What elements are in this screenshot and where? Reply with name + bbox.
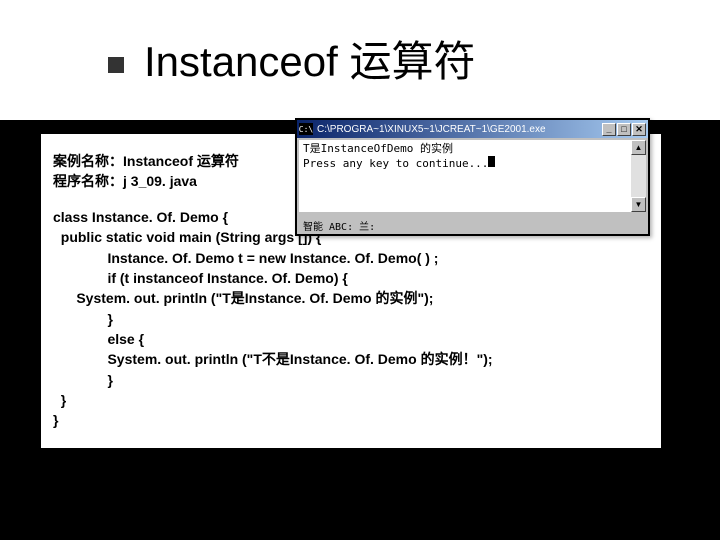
slide-title-area: Instanceof 运算符 xyxy=(108,28,475,89)
program-name-label: 程序名称： xyxy=(53,173,123,189)
scroll-up-button[interactable]: ▲ xyxy=(631,140,646,155)
code-line: System. out. println ("T不是Instance. Of. … xyxy=(53,349,653,369)
maximize-button[interactable]: □ xyxy=(617,123,631,136)
code-line: } xyxy=(53,309,653,329)
title-bullet-icon xyxy=(108,57,124,73)
code-line: System. out. println ("T是Instance. Of. D… xyxy=(53,288,653,308)
code-line: } xyxy=(53,390,653,410)
console-content: T是InstanceOfDemo 的实例 Press any key to co… xyxy=(299,140,646,212)
window-controls: _ □ ✕ xyxy=(602,123,646,136)
vertical-scrollbar[interactable]: ▲ ▼ xyxy=(631,140,646,212)
ime-status-bar: 智能 ABC: 兰: xyxy=(299,218,379,232)
slide-title: Instanceof 运算符 xyxy=(144,28,475,89)
close-button[interactable]: ✕ xyxy=(632,123,646,136)
cursor-icon xyxy=(488,156,495,167)
console-title: C:\ C:\PROGRA~1\XINUX5~1\JCREAT~1\GE2001… xyxy=(299,123,546,135)
program-name-value: j 3_09. java xyxy=(123,173,197,189)
case-name-label: 案例名称： xyxy=(53,153,123,169)
code-line: else { xyxy=(53,329,653,349)
code-line: if (t instanceof Instance. Of. Demo) { xyxy=(53,268,653,288)
console-output-line: Press any key to continue... xyxy=(303,156,642,171)
ime-status-text: 智能 ABC: 兰: xyxy=(303,218,375,233)
console-window: C:\ C:\PROGRA~1\XINUX5~1\JCREAT~1\GE2001… xyxy=(295,118,650,236)
scroll-down-button[interactable]: ▼ xyxy=(631,197,646,212)
scrollbar-track[interactable] xyxy=(631,155,646,197)
console-titlebar[interactable]: C:\ C:\PROGRA~1\XINUX5~1\JCREAT~1\GE2001… xyxy=(297,120,648,138)
code-line: Instance. Of. Demo t = new Instance. Of.… xyxy=(53,248,653,268)
code-line: } xyxy=(53,370,653,390)
console-app-icon: C:\ xyxy=(299,123,313,135)
code-line: } xyxy=(53,410,653,430)
case-name-value: Instanceof 运算符 xyxy=(123,153,239,169)
minimize-button[interactable]: _ xyxy=(602,123,616,136)
code-block: class Instance. Of. Demo { public static… xyxy=(53,207,653,430)
console-output-line: T是InstanceOfDemo 的实例 xyxy=(303,142,642,156)
console-title-text: C:\PROGRA~1\XINUX5~1\JCREAT~1\GE2001.exe xyxy=(317,124,546,135)
